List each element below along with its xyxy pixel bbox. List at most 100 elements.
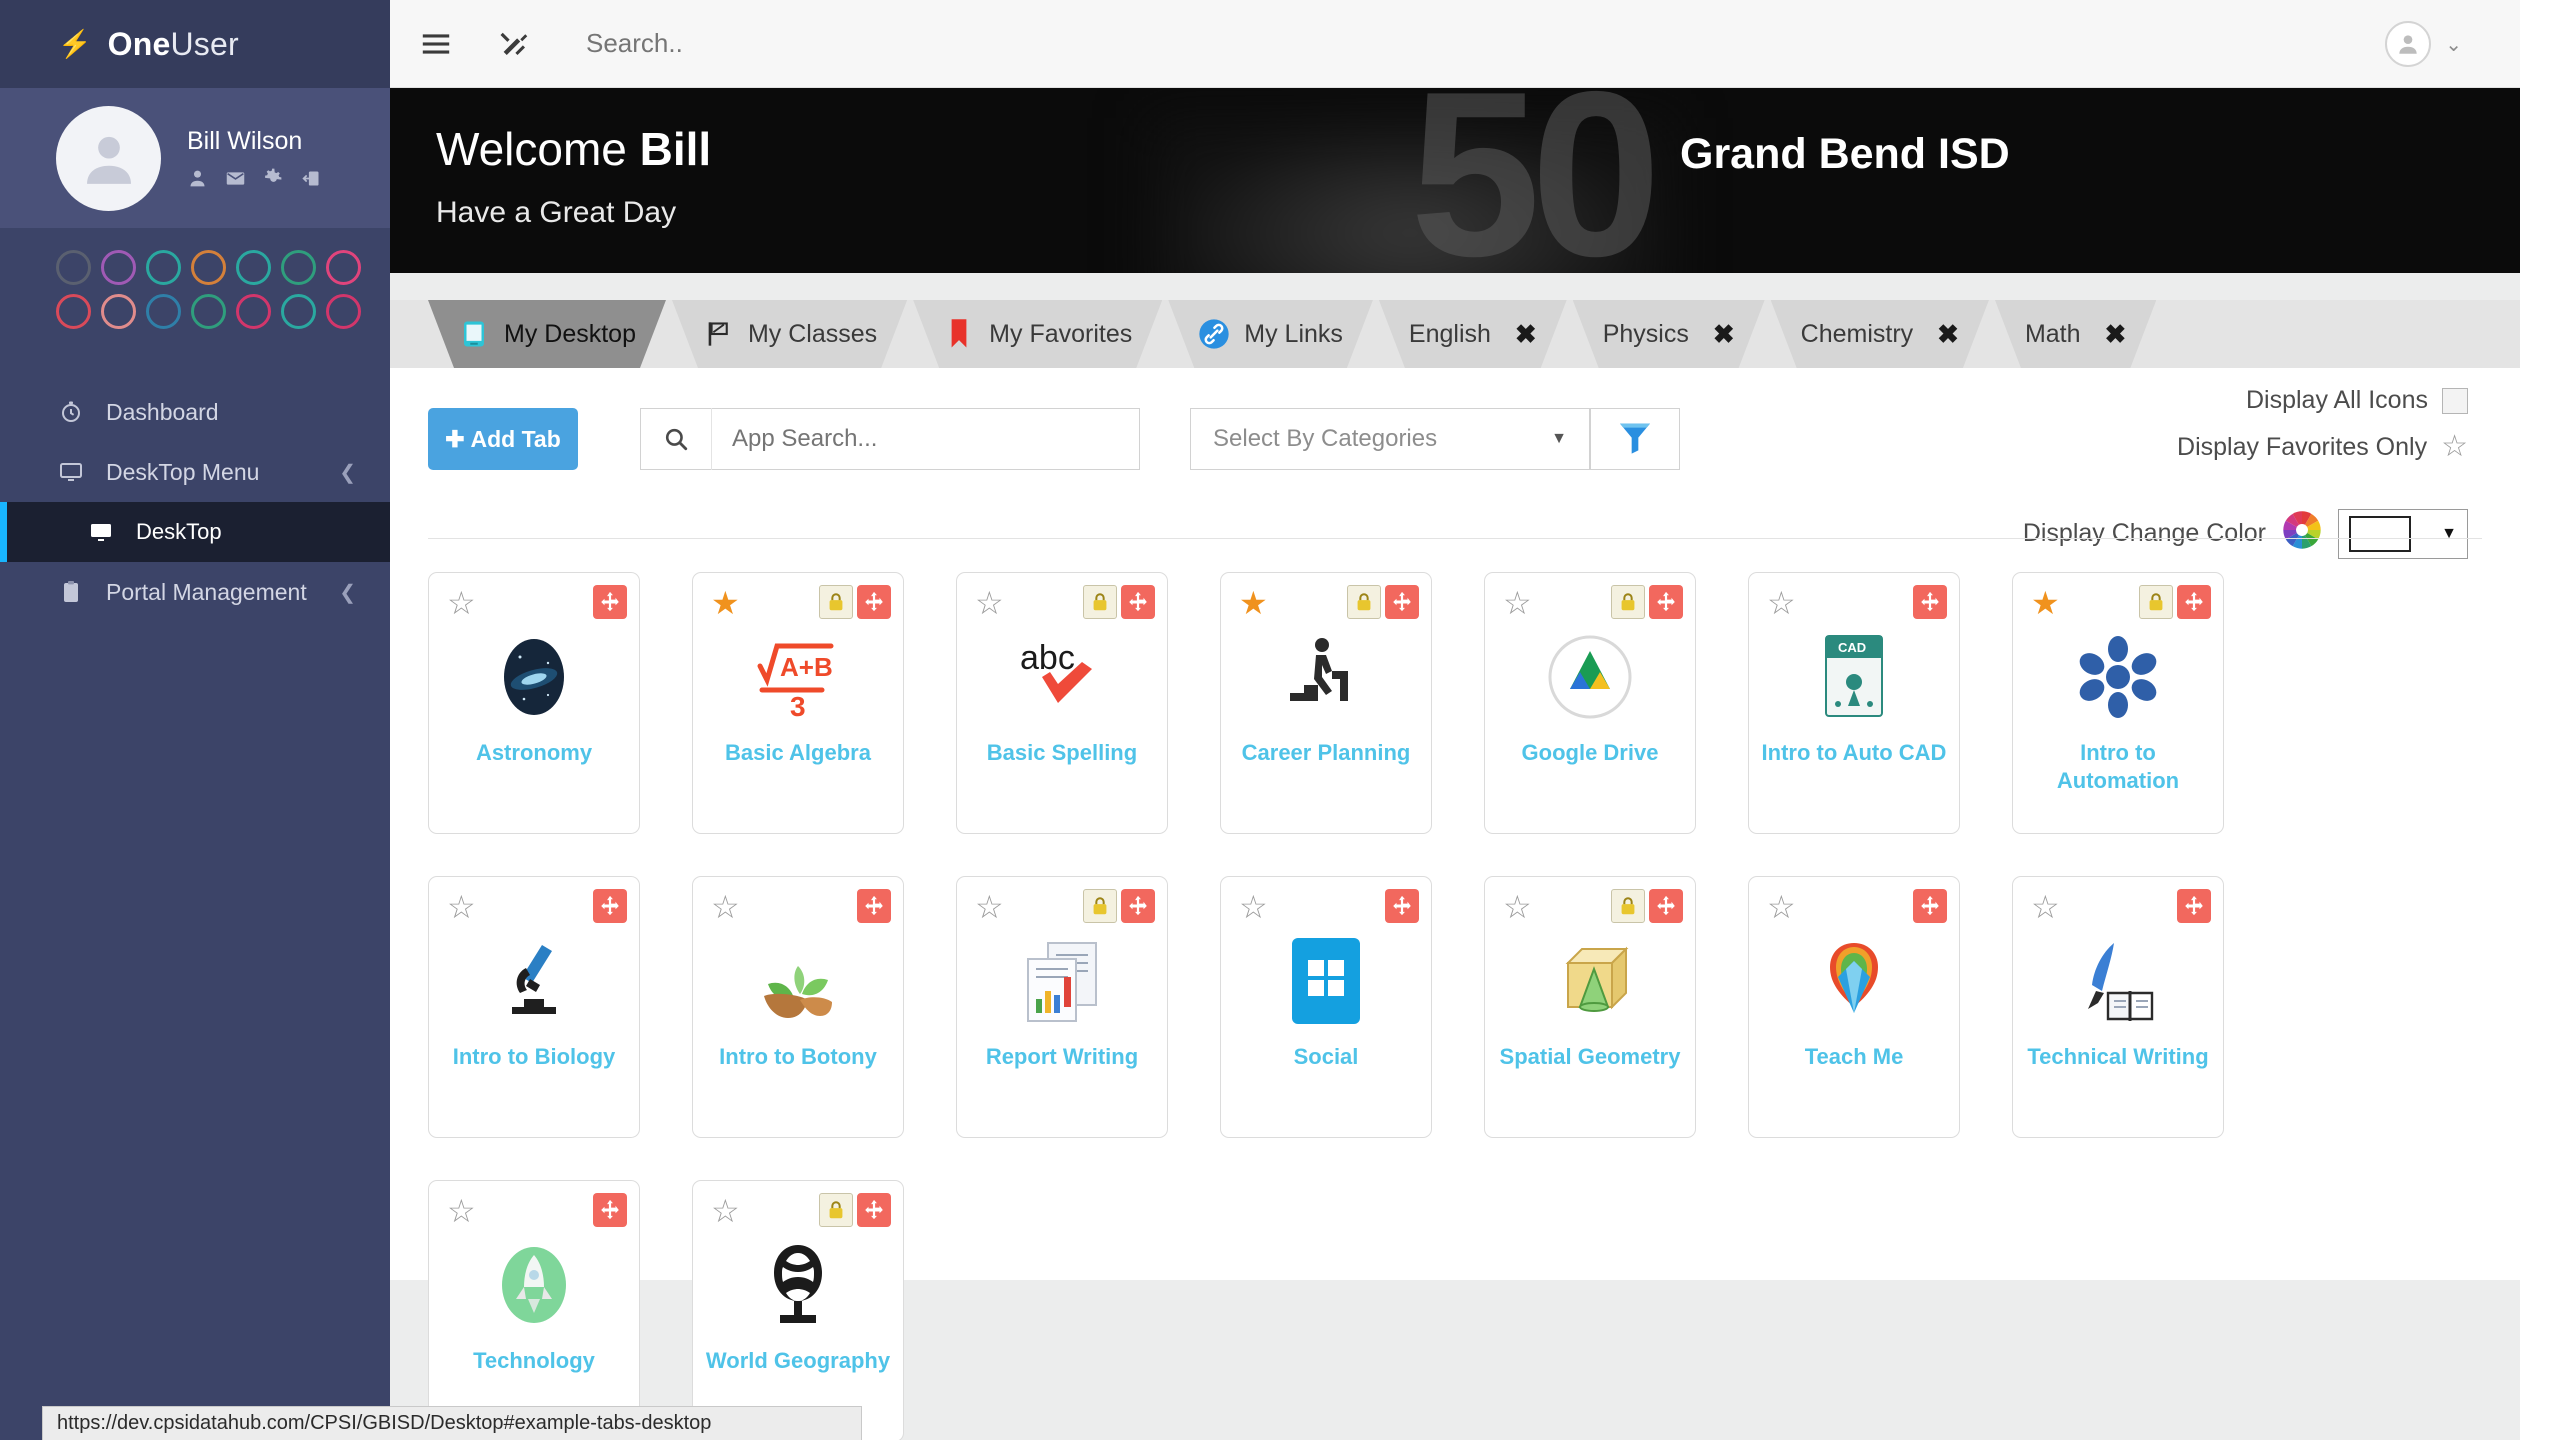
close-icon[interactable]: ✖: [1515, 319, 1537, 350]
swatch[interactable]: [281, 250, 316, 285]
move-handle-icon[interactable]: [2177, 585, 2211, 619]
app-card[interactable]: ☆ CAD Intro to Auto CAD: [1748, 572, 1960, 834]
move-handle-icon[interactable]: [1121, 889, 1155, 923]
person-icon[interactable]: [187, 168, 208, 189]
move-handle-icon[interactable]: [1649, 585, 1683, 619]
hamburger-icon[interactable]: [416, 32, 456, 56]
sidebar-item-desktop-menu[interactable]: DeskTop Menu ❮: [0, 442, 390, 502]
app-card[interactable]: ☆ Technology: [428, 1180, 640, 1440]
app-card[interactable]: ☆ Intro to Botony: [692, 876, 904, 1138]
gear-icon[interactable]: [263, 168, 284, 189]
favorite-star-icon[interactable]: ☆: [711, 891, 740, 923]
move-handle-icon[interactable]: [857, 1193, 891, 1227]
lock-icon[interactable]: [1083, 585, 1117, 619]
sidebar-item-desktop[interactable]: DeskTop: [0, 502, 390, 562]
lock-icon[interactable]: [1083, 889, 1117, 923]
category-select[interactable]: Select By Categories ▼: [1190, 408, 1590, 470]
lock-icon[interactable]: [1611, 889, 1645, 923]
favorite-star-icon[interactable]: ★: [711, 587, 740, 619]
app-card[interactable]: ☆ Intro to Biology: [428, 876, 640, 1138]
move-handle-icon[interactable]: [1385, 889, 1419, 923]
app-card[interactable]: ★ A+B 3 Basic Algebra: [692, 572, 904, 834]
move-handle-icon[interactable]: [2177, 889, 2211, 923]
app-card[interactable]: ☆ Astronomy: [428, 572, 640, 834]
move-handle-icon[interactable]: [1649, 889, 1683, 923]
app-card[interactable]: ☆ Report Writing: [956, 876, 1168, 1138]
tab-physics[interactable]: Physics ✖: [1573, 300, 1765, 368]
swatch[interactable]: [191, 250, 226, 285]
favorite-star-icon[interactable]: ☆: [1767, 587, 1796, 619]
sidebar-item-portal-management[interactable]: Portal Management ❮: [0, 562, 390, 622]
logout-icon[interactable]: [301, 168, 322, 189]
move-handle-icon[interactable]: [1385, 585, 1419, 619]
favorite-star-icon[interactable]: ☆: [447, 1195, 476, 1227]
app-card[interactable]: ☆ Social: [1220, 876, 1432, 1138]
close-icon[interactable]: ✖: [1937, 319, 1959, 350]
lock-icon[interactable]: [2139, 585, 2173, 619]
color-picker-select[interactable]: ▼: [2338, 508, 2468, 559]
move-handle-icon[interactable]: [593, 1193, 627, 1227]
swatch[interactable]: [191, 294, 226, 329]
tab-my-desktop[interactable]: My Desktop: [428, 300, 666, 368]
user-profile-box[interactable]: Bill Wilson: [0, 88, 390, 228]
close-icon[interactable]: ✖: [2105, 319, 2127, 350]
swatch[interactable]: [56, 294, 91, 329]
app-card[interactable]: ☆ Technical Writing: [2012, 876, 2224, 1138]
favorite-star-icon[interactable]: ★: [1239, 587, 1268, 619]
app-card[interactable]: ☆ Teach Me: [1748, 876, 1960, 1138]
move-handle-icon[interactable]: [1121, 585, 1155, 619]
favorite-star-icon[interactable]: ☆: [1503, 587, 1532, 619]
swatch[interactable]: [146, 250, 181, 285]
close-icon[interactable]: ✖: [1713, 319, 1735, 350]
color-swatch-palette[interactable]: [0, 228, 390, 360]
color-wheel-icon[interactable]: [2280, 508, 2324, 559]
search-input[interactable]: [586, 28, 1286, 59]
swatch[interactable]: [146, 294, 181, 329]
tab-english[interactable]: English ✖: [1379, 300, 1567, 368]
app-card[interactable]: ★ Career Planning: [1220, 572, 1432, 834]
app-card[interactable]: ☆ Google Drive: [1484, 572, 1696, 834]
app-card[interactable]: ★ Intro to Automation: [2012, 572, 2224, 834]
app-card[interactable]: ☆ World Geography: [692, 1180, 904, 1440]
wrench-icon[interactable]: [494, 29, 534, 59]
add-tab-button[interactable]: ✚ Add Tab: [428, 408, 578, 470]
swatch[interactable]: [326, 250, 361, 285]
tab-my-classes[interactable]: My Classes: [672, 300, 907, 368]
swatch[interactable]: [101, 250, 136, 285]
sidebar-item-dashboard[interactable]: Dashboard: [0, 382, 390, 442]
favorite-star-icon[interactable]: ☆: [447, 587, 476, 619]
chevron-down-icon[interactable]: ⌄: [2445, 32, 2462, 57]
favorite-star-icon[interactable]: ☆: [711, 1195, 740, 1227]
move-handle-icon[interactable]: [1913, 889, 1947, 923]
star-outline-icon[interactable]: ☆: [2441, 432, 2468, 462]
app-card[interactable]: ☆ Spatial Geometry: [1484, 876, 1696, 1138]
favorite-star-icon[interactable]: ☆: [1767, 891, 1796, 923]
tab-my-favorites[interactable]: My Favorites: [913, 300, 1162, 368]
filter-button[interactable]: [1590, 408, 1680, 470]
swatch[interactable]: [236, 294, 271, 329]
lock-icon[interactable]: [1347, 585, 1381, 619]
favorite-star-icon[interactable]: ★: [2031, 587, 2060, 619]
favorite-star-icon[interactable]: ☆: [1239, 891, 1268, 923]
app-search-input[interactable]: [712, 425, 1139, 453]
move-handle-icon[interactable]: [1913, 585, 1947, 619]
display-change-color-option[interactable]: Display Change Color ▼: [2023, 508, 2468, 559]
swatch[interactable]: [101, 294, 136, 329]
favorite-star-icon[interactable]: ☆: [1503, 891, 1532, 923]
search-icon[interactable]: [641, 426, 711, 452]
envelope-icon[interactable]: [225, 168, 246, 189]
swatch[interactable]: [281, 294, 316, 329]
user-menu[interactable]: ⌄: [2385, 0, 2462, 88]
favorite-star-icon[interactable]: ☆: [975, 587, 1004, 619]
tab-my-links[interactable]: My Links: [1168, 300, 1373, 368]
swatch[interactable]: [236, 250, 271, 285]
move-handle-icon[interactable]: [593, 889, 627, 923]
lock-icon[interactable]: [819, 585, 853, 619]
favorite-star-icon[interactable]: ☆: [975, 891, 1004, 923]
move-handle-icon[interactable]: [857, 585, 891, 619]
display-all-icons-checkbox[interactable]: [2442, 387, 2468, 414]
display-favorites-only-option[interactable]: Display Favorites Only ☆: [2177, 432, 2468, 462]
display-all-icons-option[interactable]: Display All Icons: [2246, 386, 2468, 415]
favorite-star-icon[interactable]: ☆: [447, 891, 476, 923]
move-handle-icon[interactable]: [857, 889, 891, 923]
